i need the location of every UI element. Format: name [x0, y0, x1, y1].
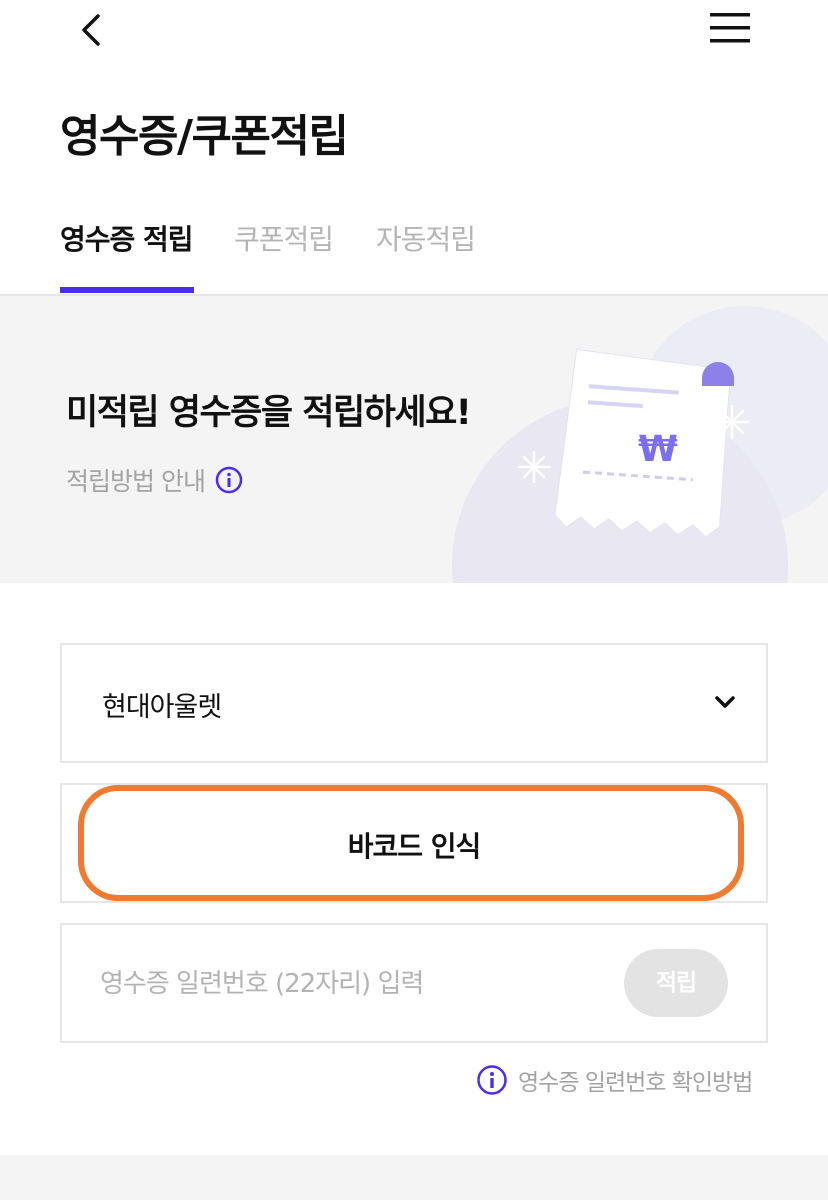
promo-banner: 미적립 영수증을 적립하세요! 적립방법 안내 ₩: [0, 296, 828, 583]
page-title: 영수증/쿠폰적립: [60, 111, 349, 162]
serial-help-link[interactable]: 영수증 일련번호 확인방법: [476, 1060, 753, 1100]
info-icon: [215, 466, 243, 494]
barcode-scan-label: 바코드 인식: [347, 830, 482, 863]
store-select-value: 현대아울렛: [102, 692, 222, 723]
hamburger-menu-icon: [710, 13, 750, 43]
earn-submit-button[interactable]: 적립: [624, 949, 728, 1017]
tab-bar: 영수증 적립 쿠폰적립 자동적립: [0, 200, 828, 296]
chevron-down-icon: [715, 696, 735, 708]
earn-guide-label: 적립방법 안내: [66, 467, 206, 496]
store-select[interactable]: 현대아울렛: [60, 643, 768, 763]
earn-guide-link[interactable]: 적립방법 안내: [66, 462, 243, 498]
serial-number-entry: 적립: [60, 923, 768, 1043]
footer-divider: [0, 1155, 828, 1200]
won-symbol: ₩: [638, 429, 678, 470]
back-button[interactable]: [70, 8, 114, 52]
receipt-won-icon: ₩: [452, 306, 828, 583]
serial-help-label: 영수증 일련번호 확인방법: [518, 1070, 753, 1096]
chevron-left-icon: [82, 14, 100, 46]
info-icon: [477, 1065, 507, 1095]
menu-button[interactable]: [706, 8, 754, 48]
tab-coupon-earn[interactable]: 쿠폰적립: [234, 218, 334, 258]
tab-auto-earn[interactable]: 자동적립: [376, 218, 476, 258]
top-navigation-bar: [0, 0, 828, 70]
tab-receipt-earn[interactable]: 영수증 적립: [60, 218, 194, 258]
serial-number-input[interactable]: [100, 955, 620, 1013]
active-tab-indicator: [60, 287, 194, 293]
barcode-scan-button[interactable]: 바코드 인식: [60, 783, 768, 903]
banner-title: 미적립 영수증을 적립하세요!: [66, 393, 472, 433]
